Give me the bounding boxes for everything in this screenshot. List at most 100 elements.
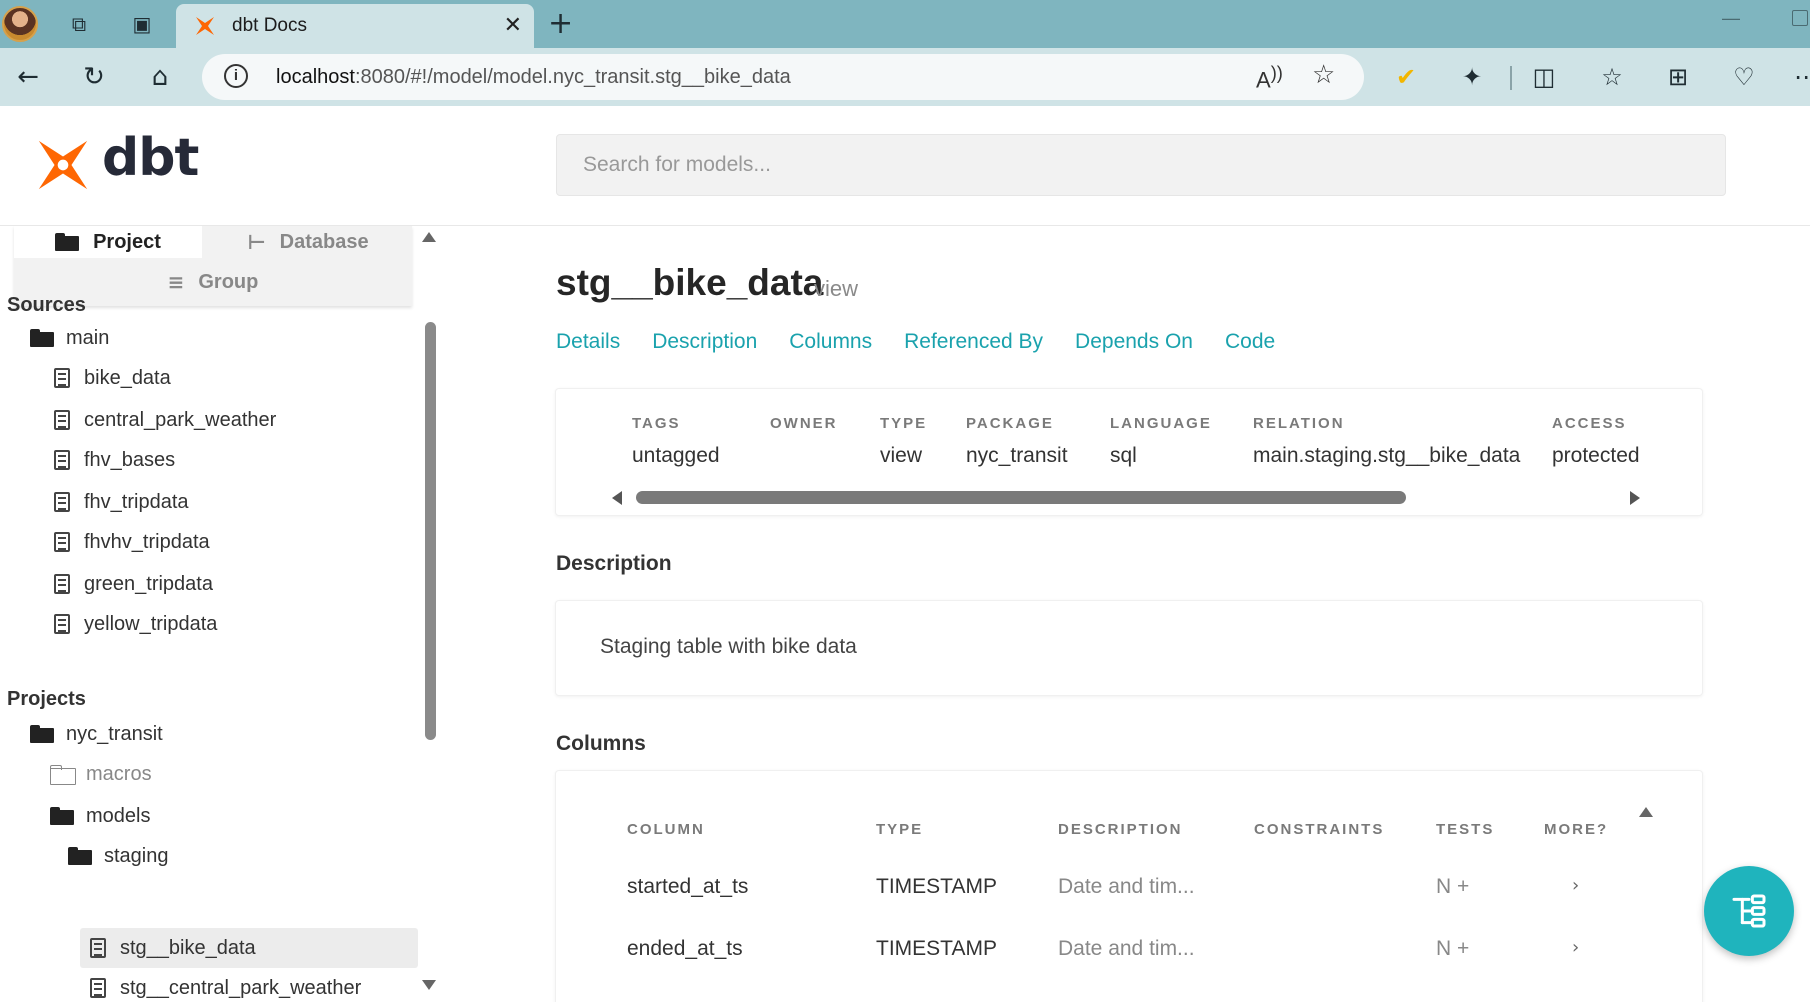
- folder-open-icon: [68, 847, 92, 865]
- back-arrow-icon[interactable]: ←: [8, 58, 48, 96]
- folder-empty-icon: [50, 765, 76, 785]
- new-tab-icon[interactable]: +: [548, 6, 573, 41]
- close-tab-icon[interactable]: ✕: [504, 13, 522, 38]
- tree-item-label: fhv_bases: [84, 448, 176, 471]
- more-menu-icon[interactable]: ⋯: [1786, 58, 1810, 96]
- detail-type: TYPE view: [880, 415, 927, 468]
- extensions-puzzle-icon[interactable]: ✦: [1452, 58, 1492, 96]
- tab-project[interactable]: Project: [14, 226, 202, 258]
- site-info-icon[interactable]: i: [224, 64, 248, 88]
- read-aloud-icon[interactable]: A)): [1256, 62, 1283, 93]
- dbt-logo[interactable]: dbt: [34, 128, 214, 198]
- nav-details[interactable]: Details: [556, 330, 620, 354]
- chevron-right-icon[interactable]: ›: [1572, 937, 1579, 958]
- columns-card: COLUMN TYPE DESCRIPTION CONSTRAINTS TEST…: [555, 770, 1703, 1002]
- tree-folder-main[interactable]: main: [30, 322, 109, 354]
- details-scroll-right-arrow[interactable]: [1630, 491, 1640, 505]
- detail-label: OWNER: [770, 415, 838, 432]
- sidebar-scroll-down-arrow[interactable]: [422, 980, 436, 990]
- sidebar-scrollbar-thumb[interactable]: [425, 322, 436, 740]
- folder-icon: [55, 233, 80, 251]
- tree-source-item[interactable]: fhv_bases: [54, 444, 175, 476]
- tree-model-selected[interactable]: stg__bike_data: [80, 928, 418, 968]
- tree-folder-macros[interactable]: macros: [50, 758, 152, 790]
- tab-database[interactable]: ⊢ Database: [204, 226, 412, 258]
- detail-label: RELATION: [1253, 415, 1345, 432]
- model-section-nav: Details Description Columns Referenced B…: [556, 330, 1275, 354]
- column-description: Date and tim...: [1058, 875, 1195, 898]
- nav-columns[interactable]: Columns: [789, 330, 872, 354]
- detail-label: TYPE: [880, 415, 928, 432]
- tree-item-label: bike_data: [84, 366, 171, 389]
- column-tests[interactable]: N +: [1436, 937, 1469, 961]
- split-screen-icon[interactable]: ◫: [1524, 58, 1564, 96]
- nav-description[interactable]: Description: [652, 330, 757, 354]
- column-type: TIMESTAMP: [876, 937, 997, 960]
- tab-database-label: Database: [279, 230, 369, 253]
- maximize-window-icon[interactable]: [1792, 10, 1808, 26]
- nav-code[interactable]: Code: [1225, 330, 1275, 354]
- address-bar[interactable]: i localhost:8080/#!/model/model.nyc_tran…: [202, 54, 1364, 100]
- details-scrollbar-thumb[interactable]: [636, 491, 1406, 504]
- workspaces-icon[interactable]: ⧉: [62, 8, 96, 40]
- extension-check-icon[interactable]: ✔: [1386, 58, 1426, 96]
- detail-value: nyc_transit: [966, 444, 1068, 467]
- file-icon: [54, 614, 70, 634]
- tree-folder-label: main: [66, 326, 110, 349]
- tab-group-label: Group: [198, 270, 259, 293]
- detail-value: untagged: [632, 444, 720, 467]
- dbt-logo-icon: [38, 140, 88, 190]
- table-row[interactable]: started_at_ts TIMESTAMP Date and tim... …: [556, 867, 1686, 907]
- tree-folder-label: staging: [104, 844, 169, 867]
- column-type: TIMESTAMP: [876, 875, 997, 898]
- tree-source-item[interactable]: yellow_tripdata: [54, 608, 217, 640]
- url-text[interactable]: localhost:8080/#!/model/model.nyc_transi…: [276, 66, 791, 89]
- tree-source-item[interactable]: fhvhv_tripdata: [54, 526, 210, 558]
- browser-essentials-icon[interactable]: ♡: [1724, 58, 1764, 96]
- column-tests[interactable]: N +: [1436, 875, 1469, 899]
- tree-folder-label: nyc_transit: [66, 722, 163, 745]
- details-scroll-left-arrow[interactable]: [612, 491, 622, 505]
- tree-folder-nyc-transit[interactable]: nyc_transit: [30, 718, 163, 750]
- tree-source-item[interactable]: bike_data: [54, 362, 171, 394]
- profile-avatar[interactable]: [2, 6, 38, 42]
- tree-folder-staging[interactable]: staging: [68, 840, 169, 872]
- tree-source-item[interactable]: fhv_tripdata: [54, 486, 189, 518]
- folder-open-icon: [30, 329, 54, 347]
- sidebar-scroll-up-arrow[interactable]: [422, 232, 436, 242]
- favorite-star-icon[interactable]: ☆: [1312, 60, 1335, 90]
- detail-value: view: [880, 444, 923, 467]
- browser-tab-dbt-docs[interactable]: dbt Docs ✕: [176, 4, 534, 48]
- tree-item-label: stg__central_park_weather: [120, 976, 362, 999]
- folder-open-icon: [50, 807, 74, 825]
- tree-item-label: stg__bike_data: [120, 936, 256, 959]
- tree-item-label: green_tripdata: [84, 572, 213, 595]
- browser-toolbar: ← ↻ ⌂ i localhost:8080/#!/model/model.ny…: [0, 48, 1810, 106]
- file-icon: [90, 938, 106, 958]
- column-header: CONSTRAINTS: [1254, 821, 1385, 838]
- collections-icon[interactable]: ⊞: [1658, 58, 1698, 96]
- file-icon: [54, 410, 70, 430]
- table-row[interactable]: ended_at_ts TIMESTAMP Date and tim... N …: [556, 929, 1686, 969]
- tab-title: dbt Docs: [232, 15, 307, 36]
- lineage-graph-button[interactable]: [1704, 866, 1794, 956]
- tree-folder-models[interactable]: models: [50, 800, 150, 832]
- chevron-right-icon[interactable]: ›: [1572, 875, 1579, 896]
- column-header: TYPE: [876, 821, 924, 838]
- tree-source-item[interactable]: central_park_weather: [54, 404, 276, 436]
- column-name: started_at_ts: [627, 875, 749, 898]
- refresh-icon[interactable]: ↻: [74, 58, 114, 96]
- search-models-input[interactable]: [556, 134, 1726, 196]
- columns-scroll-up-arrow[interactable]: [1639, 807, 1653, 817]
- favorites-icon[interactable]: ☆: [1592, 58, 1632, 96]
- nav-depends-on[interactable]: Depends On: [1075, 330, 1193, 354]
- detail-access: ACCESS protected: [1552, 415, 1640, 468]
- home-icon[interactable]: ⌂: [140, 58, 180, 96]
- tree-model-item[interactable]: stg__central_park_weather: [90, 972, 361, 1002]
- nav-referenced-by[interactable]: Referenced By: [904, 330, 1043, 354]
- minimize-window-icon[interactable]: —: [1722, 8, 1740, 29]
- vertical-tabs-icon[interactable]: ▣: [125, 8, 159, 40]
- description-card: Staging table with bike data: [555, 600, 1703, 696]
- detail-language: LANGUAGE sql: [1110, 415, 1212, 468]
- tree-source-item[interactable]: green_tripdata: [54, 568, 213, 600]
